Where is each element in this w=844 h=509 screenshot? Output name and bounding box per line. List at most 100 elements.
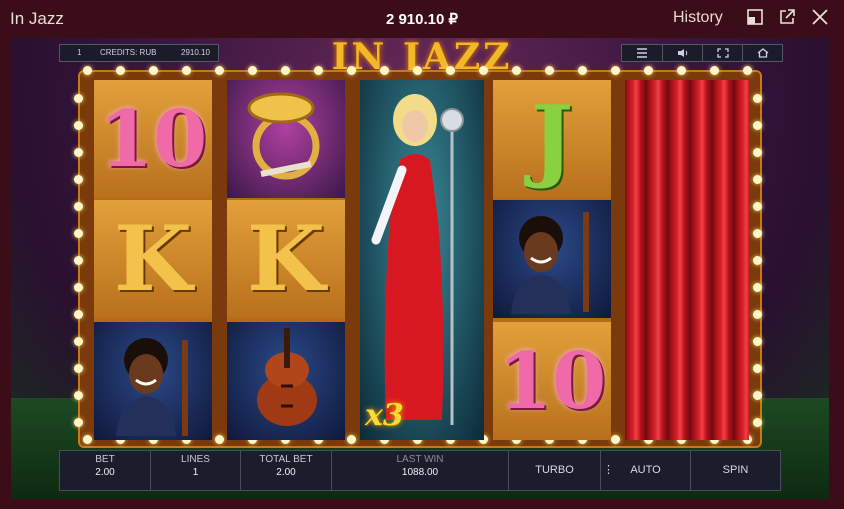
marquee-bulb	[83, 435, 92, 444]
bet-label: BET	[95, 454, 115, 465]
marquee-bulb	[644, 66, 653, 75]
last-win-label: LAST WIN	[396, 454, 444, 465]
reel-2: K	[227, 80, 345, 440]
marquee-bulb	[753, 175, 762, 184]
marquee-bulb	[347, 66, 356, 75]
marquee-bulb	[753, 121, 762, 130]
bassist-icon	[493, 200, 611, 318]
symbol-k: K	[227, 200, 345, 318]
reel-4: J 10	[493, 80, 611, 440]
symbol-10-label: 10	[98, 93, 208, 185]
marquee-bulb	[753, 94, 762, 103]
credits-info: 1 CREDITS: RUB 2910.10	[59, 44, 219, 62]
minimize-window-icon[interactable]	[746, 8, 764, 26]
symbol-10: 10	[94, 80, 212, 198]
game-logo: IN JAZZ	[331, 38, 513, 78]
lines-label: LINES	[181, 454, 210, 465]
cello-icon	[227, 322, 345, 440]
menu-icon[interactable]	[622, 45, 662, 61]
credits-value: 2910.10	[181, 48, 210, 57]
marquee-bulb	[248, 66, 257, 75]
marquee-bulb	[314, 66, 323, 75]
marquee-bulb	[446, 66, 455, 75]
bet-control[interactable]: BET 2.00	[60, 451, 151, 490]
marquee-bulb	[710, 66, 719, 75]
marquee-bulb	[677, 66, 686, 75]
lines-value: 1	[192, 467, 199, 478]
marquee-bulb	[74, 391, 83, 400]
marquee-bulb	[74, 283, 83, 292]
marquee-bulb	[753, 364, 762, 373]
marquee-bulb	[74, 256, 83, 265]
marquee-bulb	[753, 202, 762, 211]
marquee-bulb	[74, 418, 83, 427]
home-icon[interactable]	[742, 45, 783, 61]
singer-wild-icon	[371, 94, 464, 425]
symbol-10-label: 10	[497, 335, 607, 427]
bet-value: 2.00	[95, 467, 115, 478]
marquee-bulb	[116, 66, 125, 75]
marquee-bulb	[753, 418, 762, 427]
auto-label: AUTO	[630, 464, 661, 476]
control-panel: BET 2.00 LINES 1 TOTAL BET 2.00 LAST WIN…	[59, 450, 781, 491]
marquee-bulb	[753, 310, 762, 319]
history-button[interactable]: History	[673, 9, 723, 27]
marquee-bulb	[74, 337, 83, 346]
symbol-10: 10	[493, 322, 611, 440]
total-bet-value: 2.00	[276, 467, 296, 478]
marquee-bulb	[753, 256, 762, 265]
last-win-value: 1088.00	[401, 467, 439, 478]
marquee-bulb	[74, 229, 83, 238]
sound-icon[interactable]	[662, 45, 703, 61]
marquee-bulb	[479, 66, 488, 75]
fullscreen-icon[interactable]	[702, 45, 743, 61]
marquee-bulb	[380, 66, 389, 75]
marquee-bulb	[74, 364, 83, 373]
marquee-bulb	[74, 94, 83, 103]
marquee-bulb	[753, 283, 762, 292]
game-toolbar	[621, 44, 783, 62]
window-header: In Jazz 2 910.10 ₽ History	[0, 0, 844, 36]
game-canvas[interactable]: 1 CREDITS: RUB 2910.10 IN JAZZ 10 K K x3…	[11, 38, 829, 499]
marquee-bulb	[74, 121, 83, 130]
marquee-bulb	[753, 391, 762, 400]
marquee-bulb	[512, 66, 521, 75]
turbo-button[interactable]: TURBO	[509, 451, 601, 490]
symbol-k-label: K	[246, 206, 326, 312]
marquee-bulb	[215, 66, 224, 75]
marquee-bulb	[281, 66, 290, 75]
lines-control[interactable]: LINES 1	[151, 451, 241, 490]
symbol-k-label: K	[113, 206, 193, 312]
marquee-bulb	[578, 66, 587, 75]
last-win-display: LAST WIN 1088.00	[332, 451, 509, 490]
marquee-bulb	[545, 66, 554, 75]
reel-5-curtain	[625, 80, 749, 440]
marquee-bulb	[74, 202, 83, 211]
marquee-bulb	[182, 66, 191, 75]
marquee-bulb	[611, 66, 620, 75]
auto-button[interactable]: ⋮ AUTO	[601, 451, 691, 490]
credits-label: CREDITS: RUB	[100, 48, 157, 57]
marquee-bulb	[413, 66, 422, 75]
close-icon[interactable]	[811, 8, 829, 26]
reel-1: 10 K	[94, 80, 212, 440]
open-external-icon[interactable]	[778, 8, 796, 26]
bassist-icon	[94, 322, 212, 440]
marquee-bulb	[74, 148, 83, 157]
spin-button[interactable]: SPIN	[691, 451, 780, 490]
line-number: 1	[77, 48, 82, 57]
marquee-bulb	[149, 66, 158, 75]
marquee-bulb	[611, 435, 620, 444]
marquee-bulb	[347, 435, 356, 444]
auto-options-icon[interactable]: ⋮	[603, 451, 614, 490]
multiplier-label: x3	[365, 398, 404, 433]
marquee-bulb	[74, 310, 83, 319]
marquee-bulb	[753, 229, 762, 238]
marquee-bulb	[74, 175, 83, 184]
marquee-bulb	[753, 148, 762, 157]
horn-icon	[227, 80, 345, 198]
symbol-j: J	[493, 80, 611, 198]
total-bet-display: TOTAL BET 2.00	[241, 451, 332, 490]
marquee-bulb	[83, 66, 92, 75]
reel-3-wild	[360, 80, 484, 440]
